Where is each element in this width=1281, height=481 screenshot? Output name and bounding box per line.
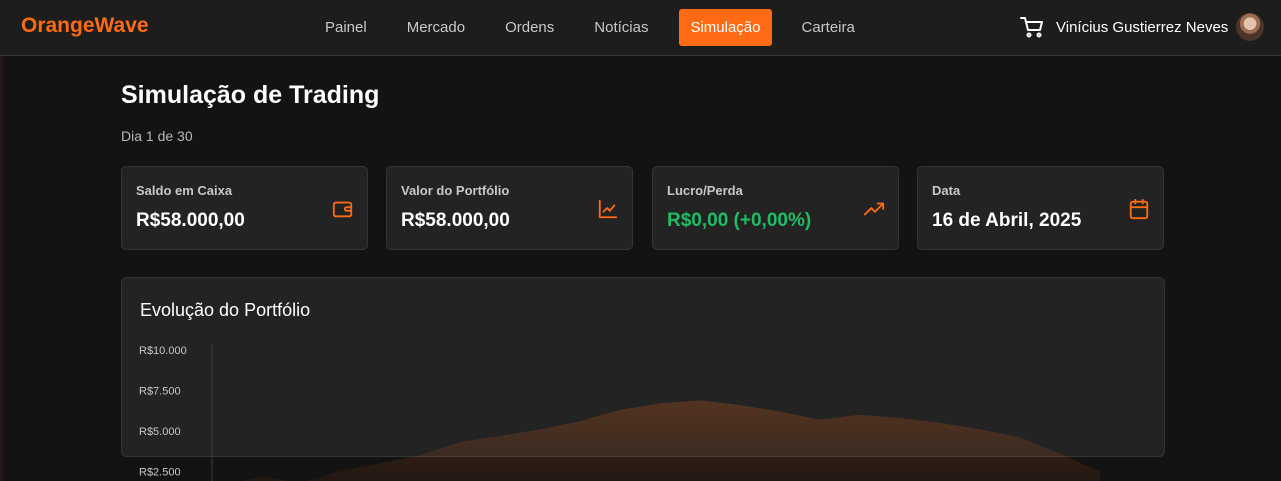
y-tick-label: R$7.500 [139, 386, 181, 398]
y-tick-label: R$10.000 [139, 345, 187, 357]
y-tick-label: R$5.000 [139, 426, 181, 438]
y-axis-ticks: R$10.000 R$7.500 R$5.000 R$2.500 [139, 345, 187, 479]
portfolio-area [220, 400, 1100, 481]
portfolio-area-chart: R$10.000 R$7.500 R$5.000 R$2.500 [139, 344, 1100, 481]
y-tick-label: R$2.500 [139, 467, 181, 479]
